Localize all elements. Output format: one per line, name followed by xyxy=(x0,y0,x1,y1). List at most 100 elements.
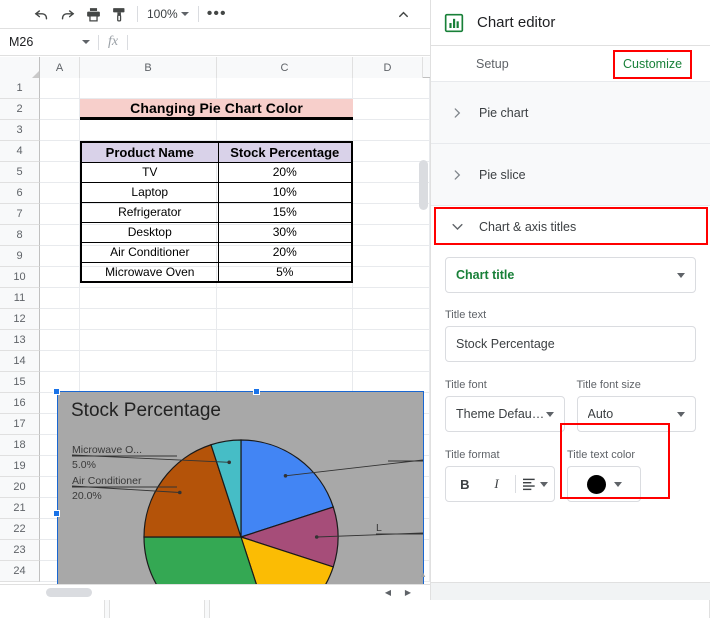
column-header-c[interactable]: C xyxy=(217,57,353,78)
row-header[interactable]: 12 xyxy=(0,309,40,330)
name-box[interactable]: M26 xyxy=(0,29,98,56)
zoom-dropdown[interactable]: 100% xyxy=(143,3,193,25)
table-cell[interactable]: 10% xyxy=(217,181,353,203)
row-header[interactable]: 19 xyxy=(0,456,40,477)
table-cell[interactable]: 5% xyxy=(217,261,353,283)
row-header[interactable]: 6 xyxy=(0,183,40,204)
undo-icon[interactable] xyxy=(28,2,54,26)
title-text-input[interactable]: Stock Percentage xyxy=(445,326,696,362)
grid-cell[interactable] xyxy=(40,246,80,267)
grid-cell[interactable] xyxy=(353,246,430,267)
grid-cell[interactable] xyxy=(40,141,80,162)
row-header[interactable]: 23 xyxy=(0,540,40,561)
row-header[interactable]: 22 xyxy=(0,519,40,540)
section-pie-slice[interactable]: Pie slice xyxy=(431,143,710,205)
title-font-size-dropdown[interactable]: Auto xyxy=(576,396,696,432)
section-pie-chart[interactable]: Pie chart xyxy=(431,81,710,143)
vertical-scrollbar[interactable] xyxy=(419,160,428,210)
align-dropdown-button[interactable] xyxy=(522,471,548,497)
table-cell[interactable]: Air Conditioner xyxy=(80,241,219,263)
chevron-down-icon[interactable] xyxy=(82,39,90,44)
table-cell[interactable]: TV xyxy=(80,161,219,183)
grid-cell[interactable] xyxy=(40,288,80,309)
row-header[interactable]: 8 xyxy=(0,225,40,246)
scroll-up-arrow[interactable]: ▲ xyxy=(418,570,428,580)
table-cell[interactable]: Laptop xyxy=(80,181,219,203)
bold-button[interactable]: B xyxy=(452,471,478,497)
sheet-tab-2[interactable] xyxy=(110,600,205,618)
grid-cell[interactable] xyxy=(80,288,217,309)
grid-cell[interactable] xyxy=(217,351,353,372)
grid-cell[interactable] xyxy=(40,372,80,393)
more-options-icon[interactable]: ••• xyxy=(204,2,230,26)
grid-cell[interactable] xyxy=(353,99,430,120)
grid-cell[interactable] xyxy=(40,204,80,225)
row-header[interactable]: 9 xyxy=(0,246,40,267)
grid-cell[interactable] xyxy=(40,225,80,246)
row-header[interactable]: 4 xyxy=(0,141,40,162)
row-header[interactable]: 14 xyxy=(0,351,40,372)
select-all-corner[interactable] xyxy=(0,57,40,78)
grid-cell[interactable] xyxy=(353,309,430,330)
grid-cell[interactable] xyxy=(217,309,353,330)
grid-cell[interactable] xyxy=(353,351,430,372)
print-icon[interactable] xyxy=(80,2,106,26)
row-header[interactable]: 1 xyxy=(0,78,40,99)
table-cell[interactable]: 20% xyxy=(217,241,353,263)
grid-cell[interactable] xyxy=(353,372,430,393)
grid-cell[interactable] xyxy=(217,78,353,99)
section-chart-axis-titles[interactable]: Chart & axis titles xyxy=(431,205,710,247)
paint-format-icon[interactable] xyxy=(106,2,132,26)
grid-cell[interactable] xyxy=(353,288,430,309)
tab-setup[interactable]: Setup xyxy=(476,57,509,71)
grid-cell[interactable] xyxy=(217,372,353,393)
table-cell[interactable]: 30% xyxy=(217,221,353,243)
chart-resize-handle-tc[interactable] xyxy=(253,388,260,395)
table-cell[interactable]: 20% xyxy=(217,161,353,183)
row-header[interactable]: 7 xyxy=(0,204,40,225)
grid-cell[interactable] xyxy=(80,351,217,372)
grid-cell[interactable] xyxy=(80,330,217,351)
grid-cell[interactable] xyxy=(353,78,430,99)
grid-cell[interactable] xyxy=(40,267,80,288)
formula-input[interactable] xyxy=(128,29,430,56)
grid-cell[interactable] xyxy=(80,78,217,99)
sheet-tab[interactable] xyxy=(0,600,105,618)
chart-resize-handle-ml[interactable] xyxy=(53,510,60,517)
table-cell[interactable]: 15% xyxy=(217,201,353,223)
grid-cell[interactable] xyxy=(40,351,80,372)
grid-cell[interactable] xyxy=(353,141,430,162)
row-header[interactable]: 18 xyxy=(0,435,40,456)
grid-cell[interactable] xyxy=(40,162,80,183)
grid-cell[interactable] xyxy=(353,120,430,141)
grid-cell[interactable] xyxy=(40,78,80,99)
sheet-tab-3[interactable] xyxy=(210,600,710,618)
row-header[interactable]: 13 xyxy=(0,330,40,351)
row-header[interactable]: 20 xyxy=(0,477,40,498)
row-header[interactable]: 2 xyxy=(0,99,40,120)
row-header[interactable]: 15 xyxy=(0,372,40,393)
row-header[interactable]: 3 xyxy=(0,120,40,141)
grid-cell[interactable] xyxy=(217,120,353,141)
row-header[interactable]: 5 xyxy=(0,162,40,183)
row-header[interactable]: 24 xyxy=(0,561,40,582)
title-font-dropdown[interactable]: Theme Defaul… xyxy=(445,396,565,432)
chart-title-type-dropdown[interactable]: Chart title xyxy=(445,257,696,293)
chart-resize-handle-tl[interactable] xyxy=(53,388,60,395)
row-header[interactable]: 16 xyxy=(0,393,40,414)
grid-cell[interactable] xyxy=(40,99,80,120)
redo-icon[interactable] xyxy=(54,2,80,26)
grid-cell[interactable] xyxy=(353,330,430,351)
horizontal-scrollbar-thumb[interactable] xyxy=(46,588,92,597)
column-header-a[interactable]: A xyxy=(40,57,80,78)
scroll-left-arrow[interactable]: ◀ xyxy=(382,588,394,598)
collapse-menus-icon[interactable] xyxy=(392,4,414,24)
table-cell[interactable]: Microwave Oven xyxy=(80,261,219,283)
row-header[interactable]: 11 xyxy=(0,288,40,309)
grid-cell[interactable] xyxy=(353,267,430,288)
pie-chart-object[interactable]: LRefrigDesktop30.0%Air Conditioner20.0%M… xyxy=(57,391,424,600)
table-cell[interactable]: Desktop xyxy=(80,221,219,243)
grid-cell[interactable] xyxy=(217,330,353,351)
grid-cell[interactable] xyxy=(40,309,80,330)
grid-cell[interactable] xyxy=(40,120,80,141)
